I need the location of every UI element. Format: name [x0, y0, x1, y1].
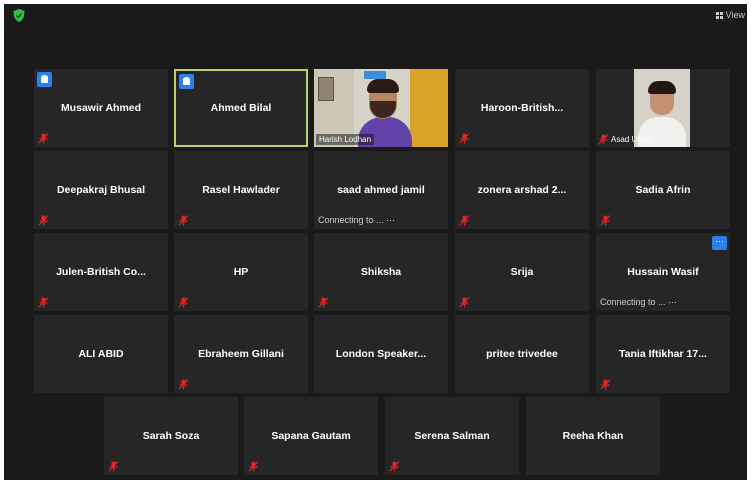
participant-tile[interactable]: pritee trivedee	[455, 315, 589, 393]
participant-tile[interactable]: Deepakraj Bhusal	[34, 151, 168, 229]
participant-name: Ebraheem Gillani	[198, 348, 284, 360]
participant-tile[interactable]: Reeha Khan	[526, 397, 660, 475]
participant-name: Musawir Ahmed	[60, 102, 142, 114]
participant-name: Ahmed Bilal	[210, 102, 272, 114]
participant-name: saad ahmed jamil	[337, 184, 425, 196]
participant-name: Deepakraj Bhusal	[56, 184, 146, 196]
raised-hand-icon	[37, 72, 52, 87]
muted-mic-icon	[38, 133, 49, 144]
raised-hand-icon	[179, 74, 194, 89]
participant-tile[interactable]: Shiksha	[314, 233, 448, 311]
muted-mic-icon	[38, 215, 49, 226]
participant-name: Serena Salman	[414, 430, 490, 442]
participant-tile[interactable]: Haroon-British...	[455, 69, 589, 147]
participant-name: London Speaker...	[335, 348, 427, 360]
participant-name: pritee trivedee	[486, 348, 558, 360]
muted-mic-icon	[178, 297, 189, 308]
participant-name: Sapana Gautam	[271, 430, 351, 442]
participant-name: HP	[233, 266, 249, 278]
participant-video-tile[interactable]: Asad Ullah	[596, 69, 730, 147]
participant-name: Srija	[510, 266, 534, 278]
muted-mic-icon	[178, 379, 189, 390]
participant-tile[interactable]: London Speaker...	[314, 315, 448, 393]
participant-name: Reeha Khan	[562, 430, 624, 442]
participant-gallery: Musawir Ahmed Ahmed Bilal Harish Lodhan Har…	[4, 4, 747, 480]
participant-tile[interactable]: Musawir Ahmed	[34, 69, 168, 147]
participant-tile[interactable]: Julen-British Co...	[34, 233, 168, 311]
participant-name: Harish Lodhan	[316, 134, 375, 145]
muted-mic-icon	[38, 297, 49, 308]
participant-tile[interactable]: Sarah Soza	[104, 397, 238, 475]
participant-tile[interactable]: Ebraheem Gillani	[174, 315, 308, 393]
participant-tile[interactable]: Tania Iftikhar 17...	[596, 315, 730, 393]
participant-tile[interactable]: zonera arshad 2...	[455, 151, 589, 229]
muted-mic-icon	[600, 215, 611, 226]
participant-name: Rasel Hawlader	[202, 184, 280, 196]
connection-status: Connecting to ... ⋯	[318, 215, 396, 225]
participant-tile[interactable]: HP	[174, 233, 308, 311]
participant-tile[interactable]: Rasel Hawlader	[174, 151, 308, 229]
participant-name: Sarah Soza	[142, 430, 200, 442]
participant-name: Tania Iftikhar 17...	[619, 348, 707, 360]
muted-mic-icon	[248, 461, 259, 472]
participant-name: Asad Ullah	[611, 135, 650, 144]
participant-name: Shiksha	[360, 266, 402, 278]
more-options-icon[interactable]: ⋯	[712, 236, 727, 250]
participant-name: Sadia Afrin	[635, 184, 691, 196]
muted-mic-icon	[318, 297, 329, 308]
participant-name: ALI ABID	[78, 348, 124, 360]
muted-mic-icon	[459, 133, 470, 144]
participant-name: zonera arshad 2...	[477, 184, 567, 196]
participant-tile[interactable]: ALI ABID	[34, 315, 168, 393]
participant-name: Julen-British Co...	[56, 266, 146, 278]
participant-tile[interactable]: Sapana Gautam	[244, 397, 378, 475]
participant-name: Hussain Wasif	[627, 266, 699, 278]
connection-status: Connecting to ... ⋯	[600, 297, 678, 307]
muted-mic-icon	[600, 379, 611, 390]
muted-mic-icon	[389, 461, 400, 472]
participant-name: Haroon-British...	[480, 102, 564, 114]
participant-tile[interactable]: saad ahmed jamil Connecting to ... ⋯	[314, 151, 448, 229]
participant-tile[interactable]: Hussain Wasif ⋯ Connecting to ... ⋯	[596, 233, 730, 311]
muted-mic-icon	[108, 461, 119, 472]
zoom-meeting-window: View Musawir Ahmed Ahmed Bilal Harish Lodh…	[4, 4, 747, 480]
muted-mic-icon	[178, 215, 189, 226]
participant-video-tile[interactable]: Harish Lodhan	[314, 69, 448, 147]
participant-tile[interactable]: Ahmed Bilal	[174, 69, 308, 147]
participant-tile[interactable]: Sadia Afrin	[596, 151, 730, 229]
muted-mic-icon	[598, 134, 609, 145]
participant-tile[interactable]: Serena Salman	[385, 397, 519, 475]
muted-mic-icon	[459, 297, 470, 308]
muted-mic-icon	[459, 215, 470, 226]
participant-tile[interactable]: Srija	[455, 233, 589, 311]
